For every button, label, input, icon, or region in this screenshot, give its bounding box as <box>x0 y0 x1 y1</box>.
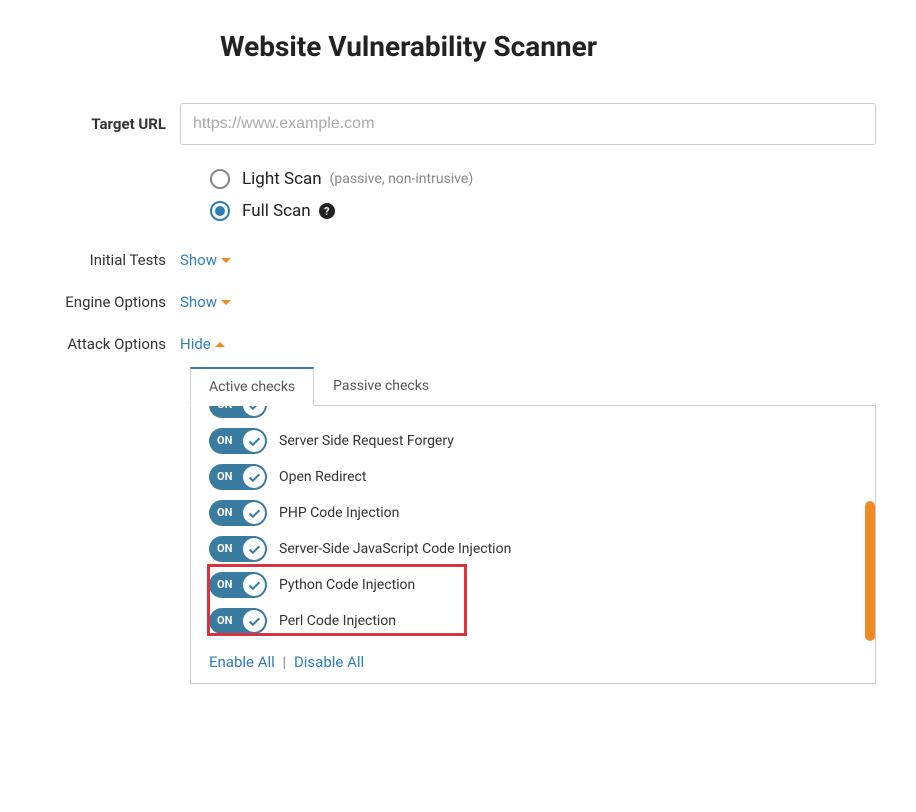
check-icon <box>248 435 261 448</box>
disable-all-link[interactable]: Disable All <box>294 653 364 671</box>
attack-options-toggle-text: Hide <box>180 335 211 353</box>
check-label: Server Side Request Forgery <box>279 433 454 449</box>
check-icon <box>248 543 261 556</box>
check-row: ON Open Redirect <box>209 464 857 490</box>
check-label: Perl Code Injection <box>279 613 396 629</box>
toggle-knob <box>243 466 265 488</box>
toggle-on-label: ON <box>217 542 232 555</box>
light-scan-radio[interactable]: Light Scan (passive, non-intrusive) <box>210 169 876 189</box>
attack-options-row: Attack Options Hide <box>40 335 876 353</box>
toggle-on-label: ON <box>217 506 232 519</box>
toggle-switch[interactable]: ON <box>209 608 267 634</box>
toggle-switch[interactable]: ON <box>209 428 267 454</box>
toggle-knob <box>243 430 265 452</box>
engine-options-row: Engine Options Show <box>40 293 876 311</box>
full-scan-label: Full Scan <box>242 201 311 221</box>
check-row: ON Server-Side JavaScript Code Injection <box>209 536 857 562</box>
attack-options-label: Attack Options <box>40 335 180 353</box>
toggle-knob <box>243 574 265 596</box>
light-scan-label: Light Scan <box>242 169 322 189</box>
engine-options-toggle-text: Show <box>180 293 217 311</box>
caret-down-icon <box>221 300 231 305</box>
check-icon <box>248 579 261 592</box>
toggle-knob <box>243 610 265 632</box>
check-row: ON Python Code Injection <box>209 572 857 598</box>
check-row: ON Perl Code Injection <box>209 608 857 634</box>
attack-options-panel: Active checks Passive checks ON ON <box>190 367 876 684</box>
check-label: Server-Side JavaScript Code Injection <box>279 541 511 557</box>
target-url-input[interactable] <box>180 103 876 145</box>
page-title: Website Vulnerability Scanner <box>220 30 876 63</box>
check-icon <box>248 507 261 520</box>
toggle-switch[interactable]: ON <box>209 572 267 598</box>
toggle-switch[interactable]: ON <box>209 464 267 490</box>
initial-tests-label: Initial Tests <box>40 251 180 269</box>
initial-tests-row: Initial Tests Show <box>40 251 876 269</box>
target-url-row: Target URL <box>40 103 876 145</box>
check-label: PHP Code Injection <box>279 505 399 521</box>
check-row-partial: ON <box>209 406 857 418</box>
toggle-on-label: ON <box>217 406 232 411</box>
toggle-knob <box>243 538 265 560</box>
toggle-switch[interactable]: ON <box>209 500 267 526</box>
toggle-switch[interactable]: ON <box>209 406 267 418</box>
initial-tests-toggle-text: Show <box>180 251 217 269</box>
radio-checked-icon <box>210 201 230 221</box>
check-row: ON PHP Code Injection <box>209 500 857 526</box>
initial-tests-toggle[interactable]: Show <box>180 251 231 269</box>
scrollbar[interactable] <box>865 406 875 641</box>
radio-unchecked-icon <box>210 169 230 189</box>
scrollbar-thumb[interactable] <box>865 501 875 641</box>
toggle-knob <box>243 502 265 524</box>
check-row: ON Server Side Request Forgery <box>209 428 857 454</box>
toggle-on-label: ON <box>217 470 232 483</box>
check-icon <box>248 406 261 412</box>
full-scan-radio[interactable]: Full Scan ? <box>210 201 876 221</box>
footer-separator: | <box>283 653 287 671</box>
caret-up-icon <box>215 342 225 347</box>
enable-all-link[interactable]: Enable All <box>209 653 275 671</box>
tab-content: ON ON Server Side Request Forgery <box>190 405 876 684</box>
check-label: Python Code Injection <box>279 577 415 593</box>
toggle-on-label: ON <box>217 614 232 627</box>
check-icon <box>248 471 261 484</box>
target-url-label: Target URL <box>40 115 180 133</box>
light-scan-hint: (passive, non-intrusive) <box>330 171 474 187</box>
engine-options-label: Engine Options <box>40 293 180 311</box>
scan-options: Light Scan (passive, non-intrusive) Full… <box>210 169 876 221</box>
check-label: Open Redirect <box>279 469 366 485</box>
panel-footer: Enable All | Disable All <box>191 641 875 683</box>
check-icon <box>248 615 261 628</box>
caret-down-icon <box>221 258 231 263</box>
toggle-switch[interactable]: ON <box>209 536 267 562</box>
toggle-on-label: ON <box>217 434 232 447</box>
tab-active-checks[interactable]: Active checks <box>190 367 314 406</box>
checks-list[interactable]: ON ON Server Side Request Forgery <box>191 406 875 641</box>
tabs: Active checks Passive checks <box>190 367 876 406</box>
help-icon[interactable]: ? <box>319 203 335 219</box>
toggle-on-label: ON <box>217 578 232 591</box>
tab-passive-checks[interactable]: Passive checks <box>314 367 448 406</box>
attack-options-toggle[interactable]: Hide <box>180 335 225 353</box>
toggle-knob <box>243 406 265 416</box>
engine-options-toggle[interactable]: Show <box>180 293 231 311</box>
